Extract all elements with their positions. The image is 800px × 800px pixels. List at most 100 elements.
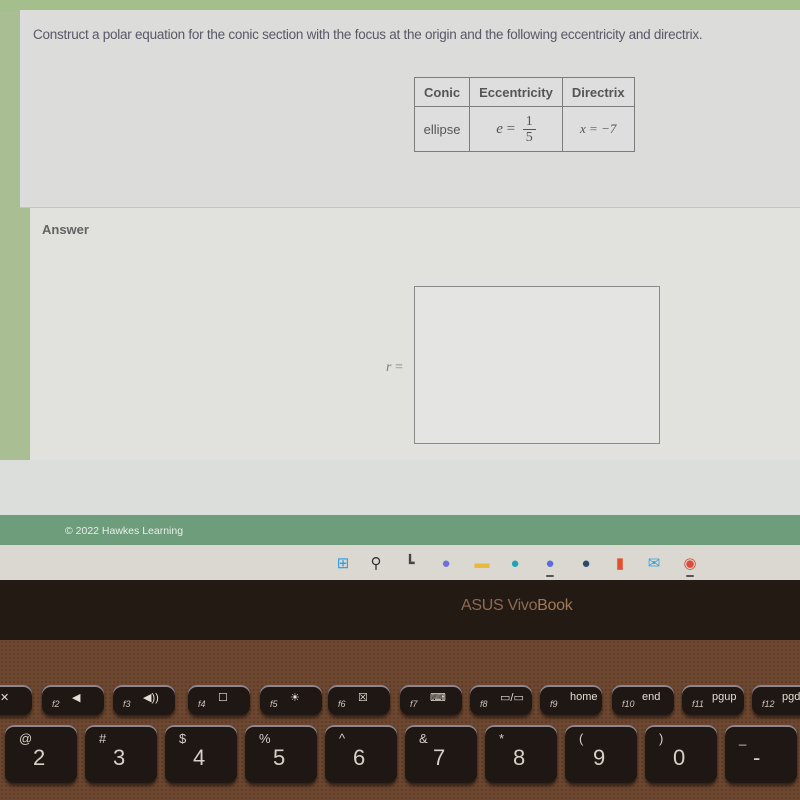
brand-asus: ASUS	[461, 597, 508, 614]
key-f6[interactable]: f6 ☒	[328, 685, 390, 715]
copyright-text: © 2022 Hawkes Learning	[65, 525, 184, 537]
key-3[interactable]: #3	[85, 725, 157, 783]
key-f3[interactable]: f3 ◀))	[113, 685, 175, 715]
key-fn-label: f10	[622, 699, 635, 709]
key-9[interactable]: (9	[565, 725, 637, 783]
key-number: 9	[593, 745, 606, 770]
key-2[interactable]: @2	[5, 725, 77, 783]
key-4[interactable]: $4	[165, 725, 237, 783]
key-shift-symbol: *	[499, 731, 505, 746]
header-conic: Conic	[413, 77, 471, 107]
key-f9[interactable]: f9 home	[540, 685, 602, 715]
eccentricity-equals: =	[506, 120, 516, 137]
table-row: ellipse e = 1 5 x = −7	[413, 106, 635, 152]
fraction-numerator: 1	[522, 114, 536, 130]
key-fn-label: f7	[410, 699, 418, 709]
key-glyph: pgup	[712, 691, 737, 703]
key-glyph: home	[570, 691, 598, 703]
search-icon[interactable]: ⚲	[366, 553, 386, 573]
key-f4[interactable]: f4 ☐	[188, 685, 250, 715]
office-icon[interactable]: ▮	[610, 553, 630, 573]
key-f12[interactable]: f12 pgdn	[752, 685, 800, 715]
steam-icon[interactable]: ●	[576, 553, 596, 573]
file-explorer-icon[interactable]: ▬	[472, 553, 492, 573]
key-number: 4	[193, 745, 206, 770]
key-glyph: ◀))	[143, 692, 159, 704]
key-shift-symbol: )	[659, 731, 664, 746]
conic-table: Conic Eccentricity Directrix ellipse e =…	[413, 77, 635, 152]
page-footer: © 2022 Hawkes Learning	[0, 515, 800, 545]
key-glyph: ☀	[290, 692, 300, 704]
key-glyph: ✕	[0, 692, 10, 704]
laptop-bezel: ASUS VivoBook	[0, 580, 800, 640]
page-bottom-area	[0, 460, 800, 515]
key-fn-label: f11	[692, 699, 704, 709]
key-shift-symbol: _	[739, 731, 747, 746]
key-6[interactable]: ^ 6	[325, 725, 397, 783]
key-fn-label: f8	[480, 699, 488, 709]
key-f8[interactable]: f8 ▭/▭	[470, 685, 532, 715]
header-directrix: Directrix	[561, 77, 635, 107]
key-esc[interactable]: ✕	[0, 685, 32, 715]
key-glyph: ◀	[72, 692, 81, 704]
discord-icon[interactable]: ●	[540, 553, 560, 577]
key-glyph: ☒	[358, 692, 368, 704]
windows-start-icon[interactable]: ⊞	[333, 553, 353, 573]
key-f11[interactable]: f11 pgup	[682, 685, 744, 715]
key-shift-symbol: %	[259, 731, 271, 746]
chrome-icon[interactable]: ◉	[680, 553, 700, 577]
key-fn-label: f5	[270, 699, 278, 709]
answer-section: Answer r =	[30, 208, 800, 460]
key-0[interactable]: ) 0	[645, 725, 717, 783]
header-eccentricity: Eccentricity	[469, 77, 563, 107]
answer-heading: Answer	[42, 222, 89, 237]
key-fn-label: f6	[338, 699, 346, 709]
key-fn-label: f12	[762, 699, 775, 709]
key-number: 7	[433, 745, 446, 770]
key-f10[interactable]: f10 end	[612, 685, 674, 715]
key-fn-label: f9	[550, 699, 558, 709]
key-7[interactable]: & 7	[405, 725, 477, 783]
key-glyph: ☐	[218, 692, 228, 704]
key-shift-symbol: ^	[339, 731, 346, 746]
key-shift-symbol: &	[419, 731, 428, 746]
key-fn-label: f4	[198, 699, 206, 709]
key--[interactable]: _ -	[725, 725, 797, 783]
key-shift-symbol: (	[579, 731, 584, 746]
cell-conic: ellipse	[413, 106, 471, 152]
key-shift-symbol: #	[99, 731, 107, 746]
brand-vivo: Vivo	[507, 597, 538, 614]
key-f7[interactable]: f7 ⌨	[400, 685, 462, 715]
laptop-screen: Construct a polar equation for the conic…	[0, 0, 800, 580]
key-5[interactable]: % 5	[245, 725, 317, 783]
key-glyph: ⌨	[430, 692, 446, 704]
r-equals-sign: =	[394, 360, 403, 375]
question-prompt: Construct a polar equation for the conic…	[33, 27, 703, 42]
teams-chat-icon[interactable]: ●	[436, 553, 456, 573]
running-indicator	[686, 575, 694, 577]
key-shift-symbol: $	[179, 731, 187, 746]
laptop-brand-logo: ASUS VivoBook	[461, 597, 573, 615]
running-indicator	[546, 575, 554, 577]
key-number: -	[753, 745, 761, 770]
key-8[interactable]: * 8	[485, 725, 557, 783]
key-number: 0	[673, 745, 686, 770]
question-card: Construct a polar equation for the conic…	[20, 10, 800, 208]
key-number: 3	[113, 745, 126, 770]
key-glyph: end	[642, 691, 661, 703]
windows-taskbar: ⊞ ⚲ ┗ ● ▬ ● ● ● ▮ ✉ ◉	[0, 545, 800, 580]
r-equals-label: r =	[386, 360, 403, 376]
keyboard-deck: ✕ f2 ◀ f3 ◀)) f4 ☐ f5 ☀ f6 ☒ f7 ⌨ f8 ▭/▭ f9 home f10 end f1…	[0, 640, 800, 800]
key-shift-symbol: @	[19, 731, 33, 746]
edge-icon[interactable]: ●	[505, 553, 525, 573]
answer-input-box[interactable]	[414, 286, 660, 444]
cell-directrix: x = −7	[561, 106, 635, 152]
task-view-icon[interactable]: ┗	[400, 553, 420, 573]
key-number: 2	[33, 745, 46, 770]
key-fn-label: f2	[52, 699, 60, 709]
key-fn-label: f3	[123, 699, 131, 709]
key-number: 8	[513, 745, 526, 770]
key-f5[interactable]: f5 ☀	[260, 685, 322, 715]
key-f2[interactable]: f2 ◀	[42, 685, 104, 715]
mail-icon[interactable]: ✉	[644, 553, 664, 573]
